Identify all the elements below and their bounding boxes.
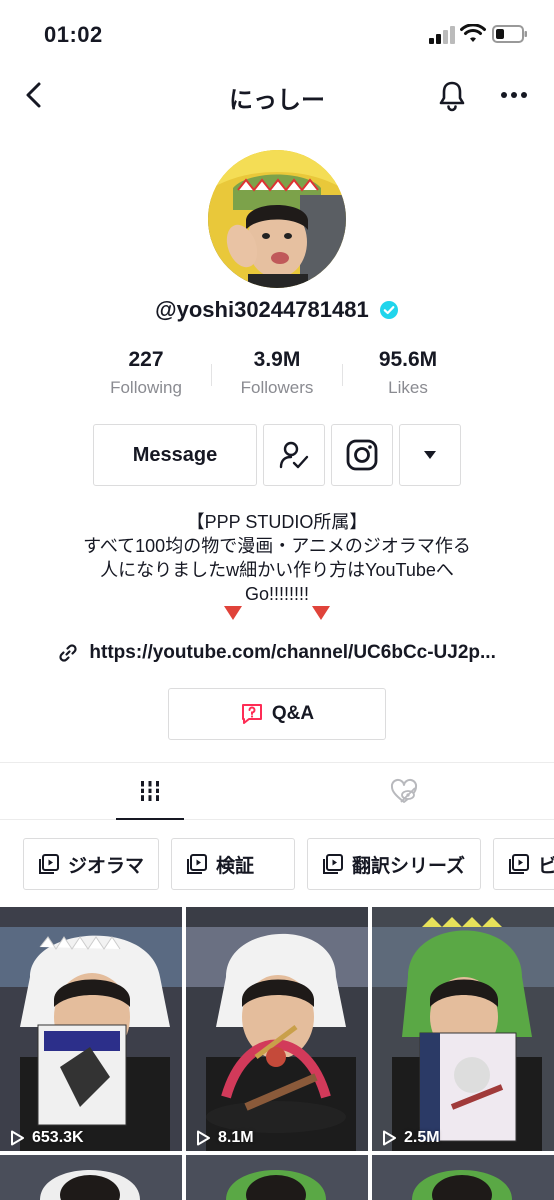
avatar-illustration bbox=[208, 150, 346, 288]
following-button[interactable] bbox=[263, 424, 325, 486]
qa-button[interactable]: Q&A bbox=[168, 688, 386, 740]
view-count-text: 653.3K bbox=[32, 1129, 84, 1146]
playlist-icon bbox=[39, 854, 59, 874]
username: @yoshi30244781481 bbox=[155, 297, 369, 323]
tab-videos[interactable] bbox=[116, 763, 184, 820]
bio-line: すべて100均の物で漫画・アニメのジオラマ作る bbox=[83, 536, 471, 556]
playlist-label: 翻訳シリーズ bbox=[352, 855, 466, 877]
video-thumbnail-image bbox=[186, 907, 368, 1151]
profile-actions: Message bbox=[0, 424, 554, 486]
bio-emoji-row bbox=[0, 606, 554, 626]
red-triangle-down-icon bbox=[224, 606, 242, 620]
tab-liked[interactable] bbox=[370, 763, 438, 820]
playlist-icon bbox=[323, 854, 343, 874]
bio-line: Go!!!!!!!! bbox=[244, 584, 310, 604]
video-thumbnail[interactable]: 8.1M bbox=[186, 907, 368, 1151]
play-outline-icon bbox=[11, 1130, 24, 1146]
video-thumbnail[interactable] bbox=[0, 1155, 182, 1200]
profile-stats: 227 Following 3.9M Followers 95.6M Likes bbox=[0, 348, 554, 408]
status-time: 01:02 bbox=[44, 22, 103, 47]
play-outline-icon bbox=[197, 1130, 210, 1146]
more-options-icon[interactable] bbox=[496, 78, 532, 112]
status-bar: 01:02 bbox=[0, 0, 554, 70]
bio-link-url: https://youtube.com/channel/UC6bCc-UJ2p.… bbox=[89, 642, 496, 663]
bio-line: 【PPP STUDIO所属】 bbox=[186, 512, 368, 532]
signal-icon bbox=[429, 26, 455, 44]
bio-line: 人になりましたw細かい作り方はYouTubeへ bbox=[100, 560, 454, 580]
playlist-chip[interactable]: ジオラマ bbox=[23, 838, 159, 890]
message-button[interactable]: Message bbox=[93, 424, 257, 486]
playlist-chip[interactable]: ビ bbox=[493, 838, 554, 890]
stat-following-label: Following bbox=[110, 378, 182, 397]
stat-likes[interactable]: 95.6M Likes bbox=[338, 348, 478, 398]
stat-following[interactable]: 227 Following bbox=[76, 348, 216, 398]
username-row: @yoshi30244781481 bbox=[0, 296, 554, 323]
stat-followers[interactable]: 3.9M Followers bbox=[207, 348, 347, 398]
view-count-text: 8.1M bbox=[218, 1129, 254, 1146]
content-tabs bbox=[0, 762, 554, 820]
playlist-row: ジオラマ 検証 翻訳シリーズ ビ bbox=[0, 838, 554, 890]
link-icon bbox=[59, 644, 77, 662]
video-thumbnail-image bbox=[372, 1155, 554, 1200]
playlist-label: ビ bbox=[538, 855, 554, 877]
bio-link[interactable]: https://youtube.com/channel/UC6bCc-UJ2p.… bbox=[0, 642, 554, 664]
stat-following-count: 227 bbox=[128, 348, 164, 371]
video-thumbnail[interactable] bbox=[186, 1155, 368, 1200]
view-count: 2.5M bbox=[380, 1129, 440, 1147]
instagram-icon bbox=[346, 439, 378, 471]
video-thumbnail[interactable] bbox=[372, 1155, 554, 1200]
profile-bio: 【PPP STUDIO所属】 すべて100均の物で漫画・アニメのジオラマ作る 人… bbox=[40, 510, 514, 606]
instagram-button[interactable] bbox=[331, 424, 393, 486]
stat-likes-label: Likes bbox=[388, 378, 428, 397]
user-check-icon bbox=[279, 441, 309, 469]
view-count: 8.1M bbox=[194, 1129, 254, 1147]
playlist-chip[interactable]: 翻訳シリーズ bbox=[307, 838, 481, 890]
playlist-label: 検証 bbox=[216, 855, 255, 877]
suggested-dropdown-button[interactable] bbox=[399, 424, 461, 486]
video-thumbnail-image bbox=[186, 1155, 368, 1200]
playlist-chip[interactable]: 検証 bbox=[171, 838, 295, 890]
qa-label: Q&A bbox=[271, 703, 315, 724]
video-thumbnail-image bbox=[0, 1155, 182, 1200]
video-thumbnail-image bbox=[0, 907, 182, 1151]
grid-icon bbox=[140, 780, 160, 801]
video-thumbnail[interactable]: 653.3K bbox=[0, 907, 182, 1151]
stat-likes-count: 95.6M bbox=[378, 348, 438, 371]
view-count: 653.3K bbox=[8, 1129, 84, 1147]
bell-icon[interactable] bbox=[436, 78, 468, 112]
red-triangle-down-icon bbox=[312, 606, 330, 620]
caret-down-icon bbox=[424, 451, 436, 459]
battery-icon bbox=[492, 25, 527, 43]
stat-followers-count: 3.9M bbox=[253, 348, 301, 371]
wifi-icon bbox=[460, 24, 486, 42]
qa-icon bbox=[241, 704, 262, 724]
verified-badge-icon bbox=[379, 301, 398, 320]
profile-avatar[interactable] bbox=[208, 150, 346, 288]
play-outline-icon bbox=[383, 1130, 396, 1146]
profile-name-title: にっしー bbox=[229, 87, 325, 114]
stat-followers-label: Followers bbox=[240, 378, 314, 397]
video-thumbnail-image bbox=[372, 907, 554, 1151]
view-count-text: 2.5M bbox=[404, 1129, 440, 1146]
playlist-label: ジオラマ bbox=[68, 855, 145, 877]
top-nav: にっしー bbox=[0, 70, 554, 120]
video-grid: 653.3K 8.1M 2.5M bbox=[0, 907, 554, 1200]
playlist-icon bbox=[509, 854, 529, 874]
video-thumbnail[interactable]: 2.5M bbox=[372, 907, 554, 1151]
playlist-icon bbox=[187, 854, 207, 874]
heart-hidden-icon bbox=[390, 778, 418, 803]
